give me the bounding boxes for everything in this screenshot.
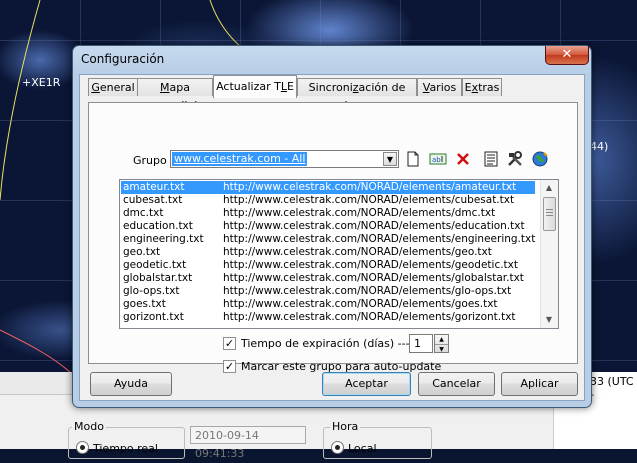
tab-label: Extras [464, 81, 500, 94]
list-item[interactable]: globalstar.txt http://www.celestrak.com/N… [121, 272, 535, 285]
accept-button[interactable]: Aceptar [322, 372, 411, 396]
list-item-url: http://www.celestrak.com/NORAD/elements/… [223, 259, 518, 271]
hora-title: Hora [330, 420, 361, 433]
radio-icon [76, 441, 89, 454]
scroll-thumb[interactable] [543, 197, 556, 231]
delete-icon [457, 153, 469, 165]
tools-icon [508, 151, 522, 166]
rename-icon: ab [429, 153, 447, 165]
list-item-name: engineering.txt [123, 233, 204, 245]
list-item[interactable]: goes.txt http://www.celestrak.com/NORAD/e… [121, 298, 535, 311]
list-item-url: http://www.celestrak.com/NORAD/elements/… [223, 311, 516, 323]
list-item-name: cubesat.txt [123, 194, 183, 206]
tab-actualizar-tle[interactable]: Actualizar TLE [213, 75, 297, 98]
scroll-up-icon[interactable]: ▲ [541, 180, 557, 196]
modo-title: Modo [72, 420, 106, 433]
tab-extras[interactable]: Extras [462, 78, 502, 96]
apply-button[interactable]: Aplicar [501, 372, 578, 396]
spin-up-icon[interactable]: ▲ [435, 335, 448, 345]
list-item[interactable]: glo-ops.txt http://www.celestrak.com/NORA… [121, 285, 535, 298]
title-bar[interactable]: Configuración ✕ [73, 46, 591, 72]
tab-label: Varios [422, 81, 457, 94]
list-item-name: globalstar.txt [123, 272, 193, 284]
new-file-button[interactable] [403, 149, 423, 169]
list-button[interactable] [481, 149, 501, 169]
svg-text:ab: ab [432, 156, 441, 164]
tle-file-list[interactable]: amateur.txt http://www.celestrak.com/NORA… [119, 179, 559, 329]
list-item-url: http://www.celestrak.com/NORAD/elements/… [223, 298, 498, 310]
globe-icon [532, 151, 548, 167]
tab-sincronizacion-hora[interactable]: Sincronización de hora [297, 78, 417, 112]
list-item-name: glo-ops.txt [123, 285, 180, 297]
list-item[interactable]: dmc.txt http://www.celestrak.com/NORAD/el… [121, 207, 535, 220]
expiration-label: Tiempo de expiración (días) ---> [241, 337, 419, 350]
new-file-icon [407, 151, 419, 167]
list-item-url: http://www.celestrak.com/NORAD/elements/… [223, 285, 512, 297]
modo-realtime-option[interactable]: Tiempo real [76, 441, 158, 455]
list-item-url: http://www.celestrak.com/NORAD/elements/… [223, 220, 525, 232]
tab-panel: Grupo www.celestrak.com - All ▼ ab amate… [88, 102, 578, 373]
autoupdate-checkbox[interactable]: ✓ [223, 360, 236, 373]
config-dialog: Configuración ✕ General Mapa mundial Act… [72, 45, 592, 408]
globe-update-button[interactable] [530, 149, 550, 169]
tab-label: General [91, 81, 135, 94]
dialog-title: Configuración [81, 52, 165, 66]
expiration-checkbox[interactable]: ✓ [223, 337, 236, 350]
list-item-url: http://www.celestrak.com/NORAD/elements/… [223, 233, 536, 245]
list-item[interactable]: engineering.txt http://www.celestrak.com/… [121, 233, 535, 246]
cancel-button[interactable]: Cancelar [418, 372, 495, 396]
satellite-label: +XE1R [22, 76, 61, 89]
vertical-scrollbar[interactable]: ▲ ▼ [540, 180, 558, 328]
tab-label: Actualizar TLE [216, 80, 294, 93]
chevron-down-icon[interactable]: ▼ [383, 152, 397, 166]
list-item-url: http://www.celestrak.com/NORAD/elements/… [223, 207, 496, 219]
group-select-value: www.celestrak.com - All [172, 152, 308, 166]
datetime-field: 2010-09-14 09:41:33 [190, 426, 306, 460]
dialog-client: General Mapa mundial Actualizar TLE Sinc… [79, 74, 585, 401]
list-item-name: amateur.txt [123, 181, 185, 193]
delete-button[interactable] [453, 149, 473, 169]
list-item[interactable]: cubesat.txt http://www.celestrak.com/NORA… [121, 194, 535, 207]
radio-icon [331, 441, 344, 454]
group-label: Grupo [133, 154, 167, 167]
list-item-name: education.txt [123, 220, 193, 232]
map-edge-text: 44) [590, 140, 609, 153]
list-item-url: http://www.celestrak.com/NORAD/elements/… [223, 246, 492, 258]
tab-varios[interactable]: Varios [417, 78, 462, 96]
list-item[interactable]: gorizont.txt http://www.celestrak.com/NOR… [121, 311, 535, 324]
scroll-down-icon[interactable]: ▼ [541, 312, 557, 328]
close-button[interactable]: ✕ [545, 46, 589, 65]
group-select[interactable]: www.celestrak.com - All ▼ [170, 150, 399, 168]
list-item[interactable]: geo.txt http://www.celestrak.com/NORAD/el… [121, 246, 535, 259]
help-button[interactable]: Ayuda [90, 372, 172, 396]
list-item-url: http://www.celestrak.com/NORAD/elements/… [223, 194, 515, 206]
list-item[interactable]: education.txt http://www.celestrak.com/NO… [121, 220, 535, 233]
list-item-name: gorizont.txt [123, 311, 184, 323]
hora-local-option[interactable]: Local [331, 441, 377, 455]
list-item[interactable]: amateur.txt http://www.celestrak.com/NORA… [121, 181, 535, 194]
list-item-url: http://www.celestrak.com/NORAD/elements/… [223, 272, 524, 284]
tab-mapa-mundial[interactable]: Mapa mundial [137, 78, 213, 112]
rename-button[interactable]: ab [428, 149, 448, 169]
expiration-days-spinner[interactable]: ▲ ▼ [434, 334, 449, 353]
expiration-days-field[interactable]: 1 [409, 334, 433, 353]
list-item-name: dmc.txt [123, 207, 164, 219]
tools-button[interactable] [505, 149, 525, 169]
tab-general[interactable]: General [88, 78, 138, 96]
list-icon [484, 151, 498, 167]
list-item-url: http://www.celestrak.com/NORAD/elements/… [223, 181, 517, 193]
list-item-name: geodetic.txt [123, 259, 187, 271]
list-item-name: geo.txt [123, 246, 161, 258]
list-item-name: goes.txt [123, 298, 166, 310]
list-item[interactable]: geodetic.txt http://www.celestrak.com/NOR… [121, 259, 535, 272]
spin-down-icon[interactable]: ▼ [435, 345, 448, 354]
time-zone-text: 33 (UTC - [590, 375, 634, 401]
